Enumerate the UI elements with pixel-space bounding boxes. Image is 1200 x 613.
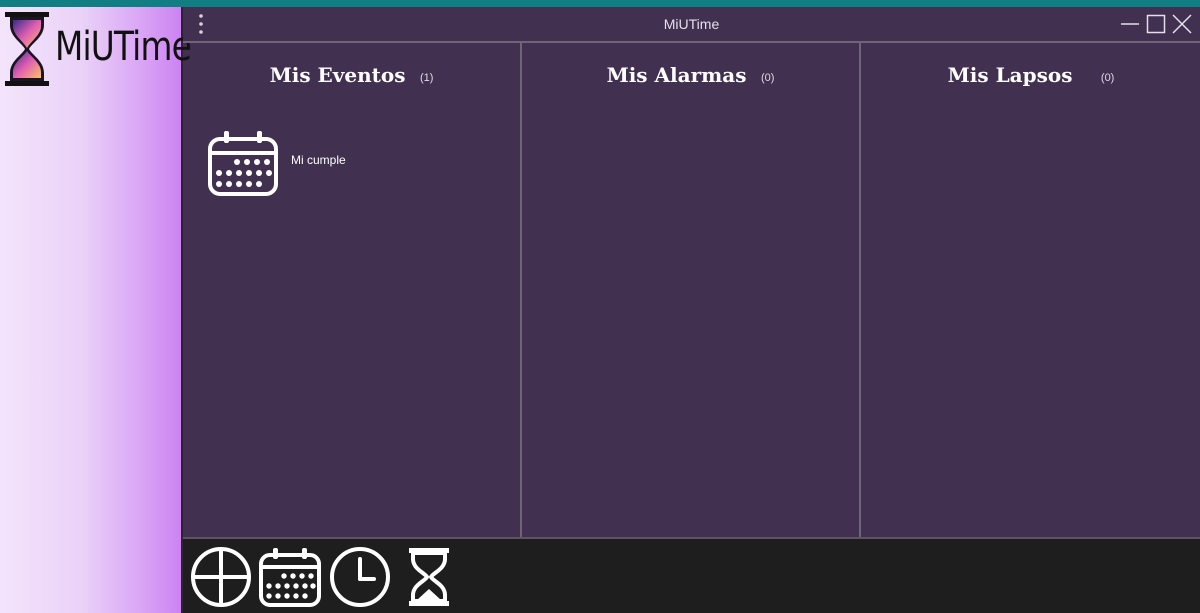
event-label: Mi cumple [291, 153, 346, 167]
bottom-toolbar [183, 537, 1200, 613]
calendar-nav-icon[interactable] [258, 545, 322, 609]
add-circle-icon[interactable] [189, 545, 253, 609]
alarms-header: Mis Alarmas (0) [522, 63, 859, 87]
title-bar: MiUTime [183, 7, 1200, 43]
clock-icon[interactable] [328, 545, 392, 609]
sidebar: MiUTime [0, 7, 192, 613]
hourglass-icon[interactable] [397, 545, 461, 609]
window-title: MiUTime [663, 16, 720, 32]
lapses-column: Mis Lapsos (0) [862, 43, 1200, 537]
calendar-icon [208, 131, 278, 196]
events-column: Mis Eventos (1) Mi cumple [183, 43, 522, 537]
events-title: Mis Eventos [269, 63, 406, 87]
event-item[interactable]: Mi cumple [207, 129, 507, 199]
alarms-count: (0) [760, 71, 775, 84]
alarms-title: Mis Alarmas [606, 63, 747, 87]
close-icon[interactable] [1171, 13, 1193, 35]
window-accent-strip [0, 0, 1200, 7]
hourglass-logo-icon [5, 12, 49, 86]
maximize-icon[interactable] [1145, 13, 1167, 35]
events-count: (1) [419, 71, 434, 84]
minimize-icon[interactable] [1119, 13, 1141, 35]
main-panels: Mis Eventos (1) Mi cumple Mis Alarmas (0… [183, 43, 1200, 537]
lapses-count: (0) [1100, 71, 1115, 84]
lapses-title: Mis Lapsos [947, 63, 1073, 87]
logo-text: MiUTime [55, 24, 192, 70]
lapses-header: Mis Lapsos (0) [862, 63, 1200, 87]
events-header: Mis Eventos (1) [183, 63, 520, 87]
alarms-column: Mis Alarmas (0) [522, 43, 861, 537]
